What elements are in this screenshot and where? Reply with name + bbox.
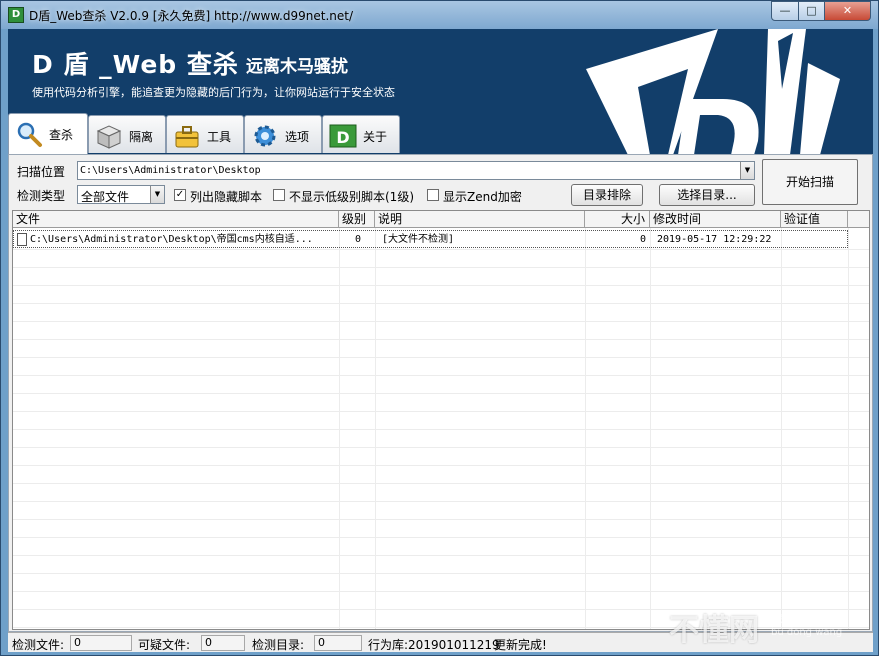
cell-mtime: 2019-05-17 12:29:22 xyxy=(657,234,772,245)
grid-line xyxy=(13,249,869,250)
minimize-button[interactable]: — xyxy=(771,1,799,21)
column-header-hash[interactable]: 验证值 xyxy=(781,211,848,227)
watermark-url: bu dong wang xyxy=(771,627,843,638)
show-zend-check-box[interactable] xyxy=(427,189,439,201)
cell-desc: [大文件不检测] xyxy=(382,234,455,245)
tab-tools-label: 工具 xyxy=(207,130,232,144)
suspicious-count-value: 0 xyxy=(201,635,245,651)
show-hidden-label: 列出隐藏脚本 xyxy=(190,190,263,204)
rule-db-version: 行为库:201901011219 xyxy=(368,638,500,652)
banner-title: D 盾 _Web 查杀 xyxy=(32,50,239,79)
magnifier-icon xyxy=(17,122,42,147)
path-combobox[interactable]: ▼ xyxy=(77,161,755,180)
box-icon xyxy=(96,125,122,149)
column-header-level[interactable]: 级别 xyxy=(339,211,375,227)
app-window: D D盾_Web查杀 V2.0.9 [永久免费] http://www.d99n… xyxy=(0,0,879,656)
file-icon xyxy=(17,233,27,246)
grid-line xyxy=(13,303,869,304)
tab-quarantine[interactable]: 隔离 xyxy=(88,115,166,153)
grid-line xyxy=(13,483,869,484)
grid-line xyxy=(13,321,869,322)
banner-slogan: 远离木马骚扰 xyxy=(246,57,348,77)
d-shield-logo-icon xyxy=(586,29,840,155)
tab-options-label: 选项 xyxy=(285,130,310,144)
exclude-dir-button[interactable]: 目录排除 xyxy=(571,184,643,206)
grid-line xyxy=(13,501,869,502)
grid-line xyxy=(13,339,869,340)
tab-tools[interactable]: 工具 xyxy=(166,115,244,153)
tab-about-label: 关于 xyxy=(363,130,388,144)
tab-options[interactable]: 选项 xyxy=(244,115,322,153)
app-icon: D xyxy=(8,7,24,23)
hide-lowlevel-label: 不显示低级别脚本(1级) xyxy=(289,190,414,204)
results-table[interactable]: 文件 级别 说明 大小 修改时间 验证值 C:\Users\Administra… xyxy=(12,210,870,630)
grid-line xyxy=(13,429,869,430)
close-button[interactable]: ✕ xyxy=(824,1,871,21)
table-header: 文件 级别 说明 大小 修改时间 验证值 xyxy=(13,211,869,228)
column-header-file[interactable]: 文件 xyxy=(13,211,339,227)
grid-line xyxy=(13,393,869,394)
suspicious-count-label: 可疑文件: xyxy=(138,638,191,652)
dirs-count-label: 检测目录: xyxy=(252,638,305,652)
update-status: 更新完成! xyxy=(494,638,547,652)
cell-size: 0 xyxy=(639,234,646,245)
files-count-label: 检测文件: xyxy=(12,638,65,652)
grid-line xyxy=(13,411,869,412)
banner-subtitle: 使用代码分析引擎，能追查更为隐藏的后门行为，让你网站运行于安全状态 xyxy=(32,86,395,99)
d-logo-icon: D xyxy=(329,124,357,148)
cell-level: 0 xyxy=(354,234,362,245)
path-dropdown-button[interactable]: ▼ xyxy=(740,162,754,179)
grid-line xyxy=(13,447,869,448)
path-input[interactable] xyxy=(80,163,738,178)
gear-icon xyxy=(254,125,276,147)
table-row[interactable]: C:\Users\Administrator\Desktop\帝国cms内核自适… xyxy=(13,230,848,248)
grid-line xyxy=(13,537,869,538)
grid-line xyxy=(13,357,869,358)
cell-file: C:\Users\Administrator\Desktop\帝国cms内核自适… xyxy=(30,234,313,245)
grid-line xyxy=(13,573,869,574)
watermark-logo: 不懂网 xyxy=(669,613,759,648)
type-select-value: 全部文件 xyxy=(81,190,130,204)
grid-line xyxy=(13,465,869,466)
files-count-value: 0 xyxy=(70,635,132,651)
watermark-tag: 爱分享 xyxy=(779,613,812,626)
column-header-desc[interactable]: 说明 xyxy=(375,211,585,227)
dirs-count-value: 0 xyxy=(314,635,362,651)
tab-quarantine-label: 隔离 xyxy=(129,130,154,144)
tab-scan-label: 查杀 xyxy=(49,128,74,142)
type-dropdown-button[interactable]: ▼ xyxy=(150,186,164,203)
show-hidden-check-box[interactable]: ✓ xyxy=(174,189,186,201)
tab-about[interactable]: D 关于 xyxy=(322,115,400,153)
grid-line xyxy=(13,555,869,556)
grid-line xyxy=(13,267,869,268)
path-label: 扫描位置 xyxy=(17,165,66,179)
column-header-size[interactable]: 大小 xyxy=(585,211,650,227)
scan-panel: 扫描位置 ▼ 检测类型 全部文件 ▼ ✓ 列出隐藏脚本 不显示低级别脚本(1级)… xyxy=(8,154,873,632)
type-label: 检测类型 xyxy=(17,189,66,203)
grid-line xyxy=(13,519,869,520)
maximize-button[interactable]: □ xyxy=(798,1,825,21)
type-select[interactable]: 全部文件 ▼ xyxy=(77,185,165,204)
grid-line xyxy=(13,375,869,376)
window-title: D盾_Web查杀 V2.0.9 [永久免费] http://www.d99net… xyxy=(29,9,354,23)
tab-scan[interactable]: 查杀 xyxy=(8,113,88,155)
column-header-mtime[interactable]: 修改时间 xyxy=(650,211,781,227)
toolbox-icon xyxy=(175,126,199,148)
title-bar[interactable]: D D盾_Web查杀 V2.0.9 [永久免费] http://www.d99n… xyxy=(1,1,878,29)
cell-hash xyxy=(786,232,846,247)
grid-line xyxy=(13,591,869,592)
start-scan-button[interactable]: 开始扫描 xyxy=(762,159,858,205)
svg-text:D: D xyxy=(336,128,349,147)
show-zend-label: 显示Zend加密 xyxy=(443,190,522,204)
select-dir-button[interactable]: 选择目录... xyxy=(659,184,755,206)
hide-lowlevel-check-box[interactable] xyxy=(273,189,285,201)
grid-line xyxy=(13,285,869,286)
